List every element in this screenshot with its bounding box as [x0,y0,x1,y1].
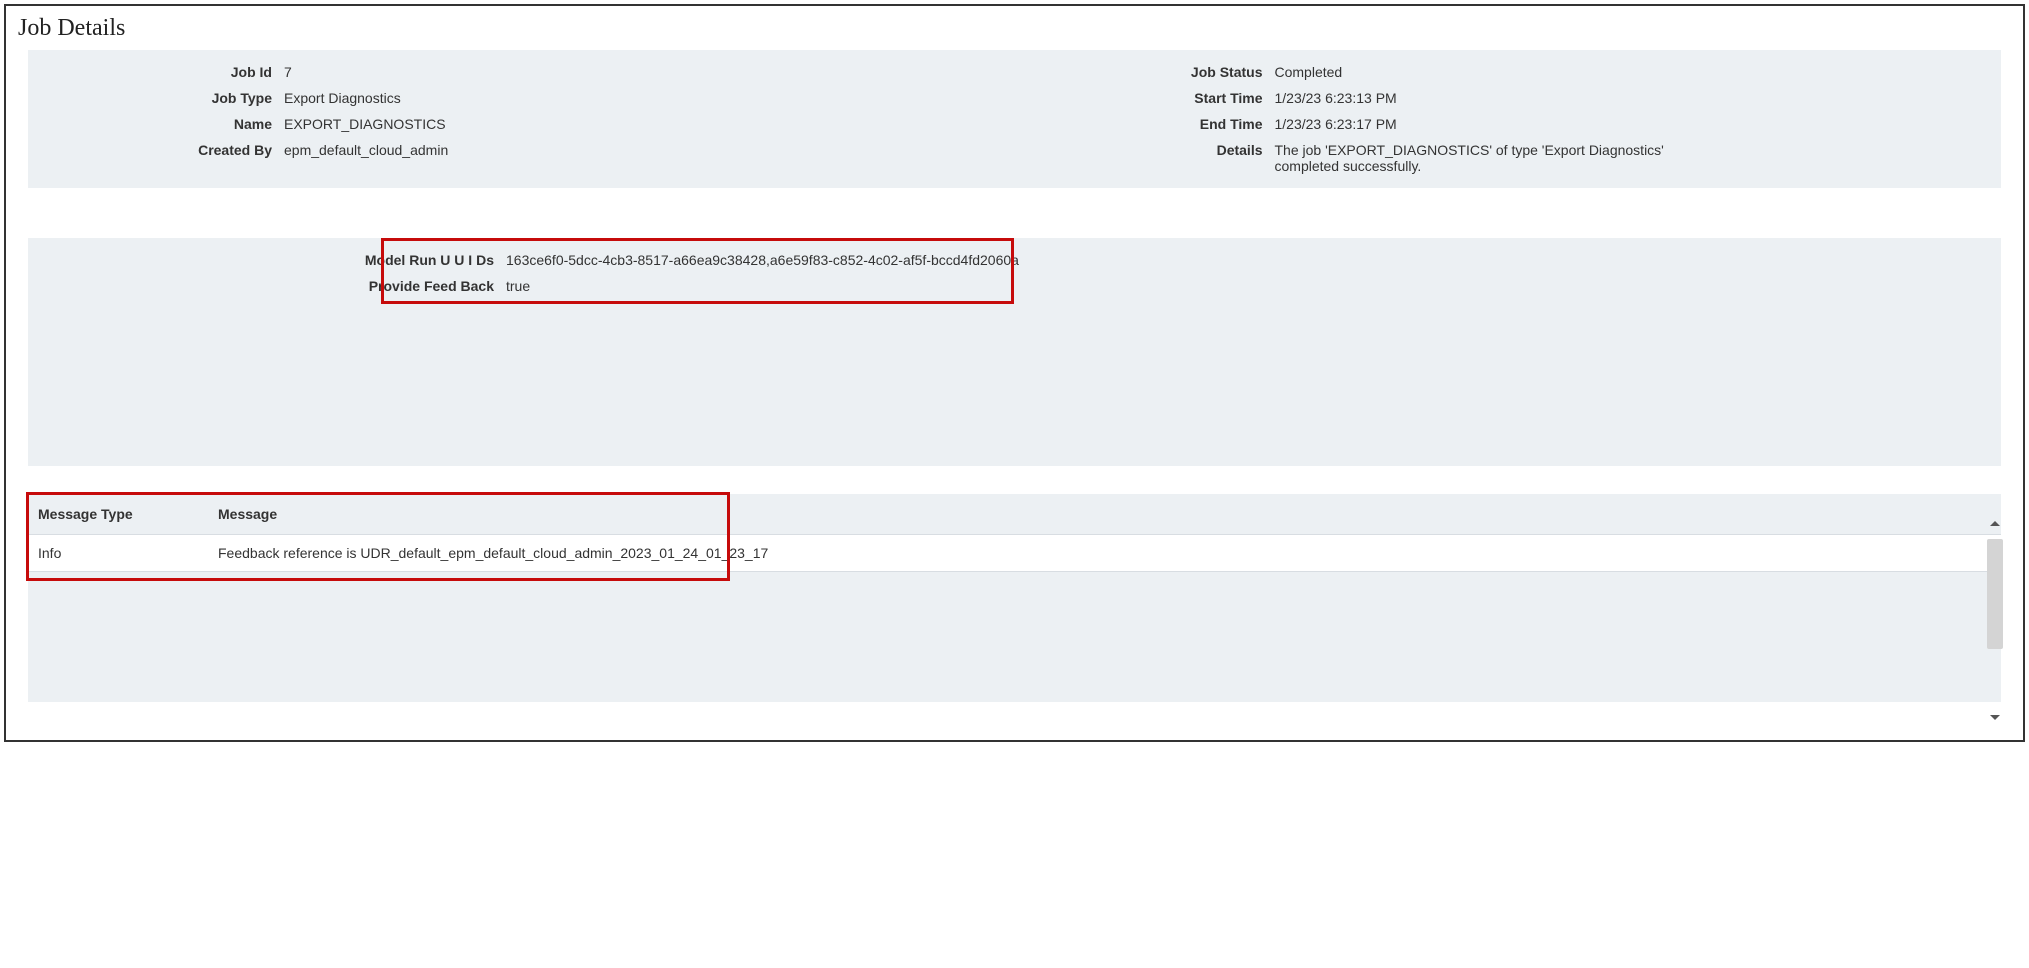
message-cell: Feedback reference is UDR_default_epm_de… [208,535,2001,572]
provide-feedback-label: Provide Feed Back [44,278,506,294]
scroll-down-button[interactable] [1987,709,2003,728]
details-value: The job 'EXPORT_DIAGNOSTICS' of type 'Ex… [1275,142,1705,174]
job-status-value: Completed [1275,64,1705,80]
job-params-panel: Model Run U U I Ds 163ce6f0-5dcc-4cb3-85… [28,238,2001,466]
job-summary-panel: Job Id 7 Job Status Completed Job Type E… [28,50,2001,188]
scroll-up-button[interactable] [1987,516,2003,535]
created-by-label: Created By [44,142,284,158]
model-run-uuids-label: Model Run U U I Ds [44,252,506,268]
col-message[interactable]: Message [208,494,2001,535]
messages-table-area: Message Type Message Info Feedback refer… [28,494,2001,572]
scrollbar[interactable] [1985,516,2005,728]
page-title: Job Details [18,15,2013,42]
details-label: Details [1015,142,1275,174]
scroll-thumb[interactable] [1987,539,2003,649]
name-label: Name [44,116,284,132]
message-type-cell: Info [28,535,208,572]
table-row[interactable]: Info Feedback reference is UDR_default_e… [28,535,2001,572]
job-status-label: Job Status [1015,64,1275,80]
created-by-value: epm_default_cloud_admin [284,142,1015,158]
job-id-value: 7 [284,64,1015,80]
start-time-value: 1/23/23 6:23:13 PM [1275,90,1705,106]
scroll-track[interactable] [1987,535,2003,709]
job-id-label: Job Id [44,64,284,80]
end-time-label: End Time [1015,116,1275,132]
job-details-window: Job Details Job Id 7 Job Status Complete… [4,4,2025,742]
job-type-value: Export Diagnostics [284,90,1015,106]
chevron-down-icon [1987,709,2003,725]
start-time-label: Start Time [1015,90,1275,106]
table-header-row: Message Type Message [28,494,2001,535]
job-type-label: Job Type [44,90,284,106]
highlight-annotation [381,238,1014,304]
name-value: EXPORT_DIAGNOSTICS [284,116,1015,132]
model-run-uuids-value: 163ce6f0-5dcc-4cb3-8517-a66ea9c38428,a6e… [506,252,1985,268]
messages-table: Message Type Message Info Feedback refer… [28,494,2001,572]
empty-table-area [28,572,2001,702]
provide-feedback-value: true [506,278,1985,294]
col-message-type[interactable]: Message Type [28,494,208,535]
end-time-value: 1/23/23 6:23:17 PM [1275,116,1705,132]
chevron-up-icon [1987,516,2003,532]
